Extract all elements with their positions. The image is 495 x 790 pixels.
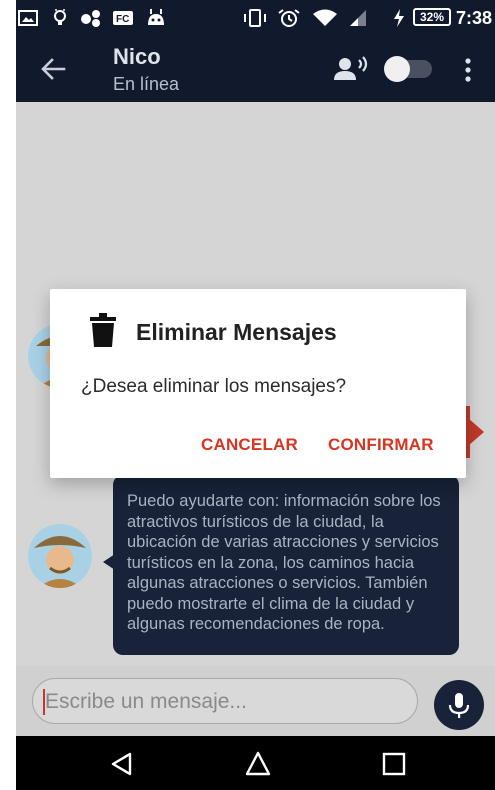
hub-notification-icon [81, 10, 100, 27]
contact-name: Nico [113, 44, 161, 69]
bot-message-bubble: Puedo ayudarte con: información sobre lo… [113, 475, 459, 655]
status-bar: FC 32% 7:38 [16, 0, 495, 36]
trash-icon [90, 313, 116, 347]
voice-toggle-switch[interactable] [384, 56, 432, 82]
system-nav-bar [16, 736, 495, 790]
charging-icon [394, 9, 404, 27]
more-vert-icon[interactable] [462, 56, 474, 84]
image-notification-icon [18, 10, 38, 26]
bot-avatar-image [28, 524, 92, 588]
mic-icon [448, 693, 470, 718]
svg-text:FC: FC [116, 14, 129, 25]
bot-avatar [28, 524, 92, 588]
phone-screen: FC 32% 7:38 Nico En línea Puedo ayudarte… [16, 0, 495, 790]
clock: 7:38 [456, 8, 493, 28]
back-arrow-icon[interactable] [38, 54, 68, 84]
vibrate-icon [244, 9, 266, 27]
toggle-knob [384, 56, 410, 82]
signal-icon [350, 10, 366, 26]
mic-button[interactable] [434, 680, 484, 730]
message-input-placeholder: Escribe un mensaje... [45, 690, 247, 713]
app-bar: Nico En línea [16, 36, 495, 102]
dialog-title: Eliminar Mensajes [136, 319, 337, 345]
confirm-button[interactable]: CONFIRMAR [328, 435, 434, 455]
contact-status: En línea [113, 74, 180, 94]
speaker-icon[interactable] [334, 56, 370, 82]
app-notification-icon: FC [113, 11, 133, 25]
android-notification-icon [148, 9, 164, 25]
nav-recents-icon[interactable] [380, 750, 408, 778]
message-composer: Escribe un mensaje... [16, 666, 495, 736]
battery-indicator: 32% [413, 8, 451, 26]
wifi-icon [313, 9, 337, 26]
nav-back-icon[interactable] [108, 750, 136, 778]
dialog-message: ¿Desea eliminar los mensajes? [81, 376, 347, 397]
user-bubble-tail [468, 418, 484, 446]
delete-messages-dialog: Eliminar Mensajes ¿Desea eliminar los me… [50, 289, 466, 478]
bot-message-text: Puedo ayudarte con: información sobre lo… [127, 492, 441, 633]
bulb-notification-icon [54, 9, 66, 25]
nav-home-icon[interactable] [244, 750, 272, 778]
cancel-button[interactable]: CANCELAR [201, 435, 298, 455]
message-input[interactable]: Escribe un mensaje... [32, 678, 418, 724]
alarm-icon [278, 9, 300, 27]
